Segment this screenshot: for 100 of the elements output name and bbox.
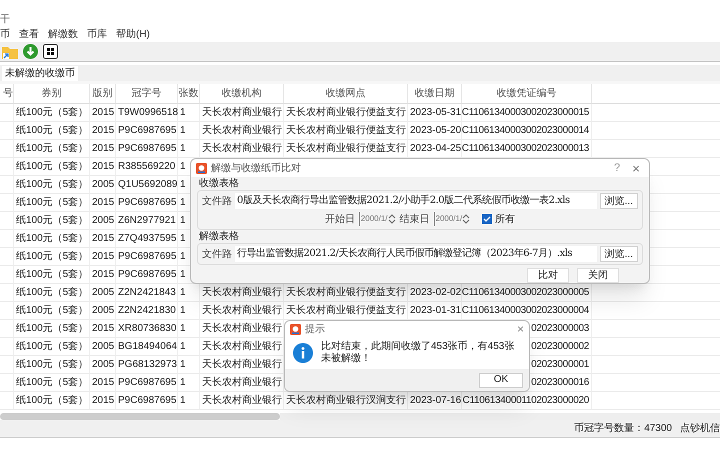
browse-button[interactable]: 浏览... bbox=[600, 193, 638, 209]
spin-arrows-icon[interactable] bbox=[462, 213, 470, 225]
field-label: 文件路 bbox=[202, 248, 232, 262]
app-icon bbox=[196, 162, 207, 174]
table-cell-text: XR80736830 bbox=[118, 322, 176, 336]
table-cell-text: 纸100元（5套） bbox=[16, 268, 88, 282]
table-cell-text: 1 bbox=[180, 376, 186, 390]
checkbox[interactable] bbox=[482, 214, 492, 224]
table-cell-text: 天长农村商业银行汊涧支行 bbox=[286, 394, 406, 408]
grid-icon[interactable] bbox=[43, 44, 58, 59]
dialog-button[interactable]: 关闭 bbox=[577, 268, 619, 283]
table-cell-text: 2023-05-20 bbox=[410, 124, 462, 138]
column-header[interactable]: 收缴凭证编号 bbox=[496, 86, 556, 101]
table-cell-text: 纸100元（5套） bbox=[16, 250, 88, 264]
dialog-button[interactable]: 比对 bbox=[527, 268, 569, 283]
table-cell-text: 天长农村商业银行 bbox=[202, 394, 282, 408]
table-cell-text: 1 bbox=[180, 304, 186, 318]
table-cell-text: 2005 bbox=[92, 214, 114, 228]
date-field[interactable]: 2000/1/ bbox=[358, 212, 396, 226]
table-cell-text: 2015 bbox=[92, 394, 114, 408]
table-cell-text: T9W0996518 bbox=[118, 106, 178, 120]
window-title: 干 bbox=[0, 15, 10, 25]
column-header[interactable]: 收缴机构 bbox=[222, 86, 262, 101]
path-field[interactable]: 0版及天长农商行导出监管数据2021.2/小助手2.0版二代系统假币收缴一表2.xls bbox=[235, 193, 597, 209]
message-text: 比对结束，此期间收缴了453张币，有453张未被解缴！ bbox=[321, 341, 516, 365]
table-cell-text: 2005 bbox=[92, 304, 114, 318]
column-header[interactable]: 收缴网点 bbox=[326, 86, 366, 101]
table-cell-text: 1 bbox=[180, 358, 186, 372]
table-cell-text: 02023000003 bbox=[531, 322, 589, 336]
table-cell-text: 1 bbox=[180, 268, 186, 282]
table-cell-text: C11061340003002023000005 bbox=[462, 286, 589, 300]
table-cell-text: 天长农村商业银行便益支行 bbox=[286, 286, 406, 300]
field-label: 开始日 bbox=[324, 212, 355, 226]
menu-item[interactable]: 币 bbox=[0, 30, 10, 40]
table-cell-text: 2023-05-31 bbox=[410, 106, 462, 120]
close-button[interactable]: × bbox=[516, 323, 524, 335]
table-cell-text: 2015 bbox=[92, 124, 114, 138]
table-cell-text: C11061340003002023000013 bbox=[462, 142, 589, 156]
table-cell-text: 1 bbox=[180, 124, 186, 138]
table-cell-text: P9C6987695 bbox=[118, 376, 176, 390]
column-header[interactable]: 版别 bbox=[92, 86, 112, 101]
table-cell-text: P9C6987695 bbox=[118, 196, 176, 210]
ok-button[interactable]: OK bbox=[479, 372, 523, 388]
table-cell-text: 纸100元（5套） bbox=[16, 178, 88, 192]
app-icon bbox=[290, 324, 301, 334]
menu-item[interactable]: 解缴数 bbox=[48, 30, 78, 40]
table-cell-text: 1 bbox=[180, 232, 186, 246]
menu-item[interactable]: 查看 bbox=[19, 30, 39, 40]
table-cell-text: 天长农村商业银行 bbox=[202, 286, 282, 300]
table-cell-text: P9C6987695 bbox=[118, 250, 176, 264]
table-cell-text: P9C6987695 bbox=[118, 124, 176, 138]
table-cell-text: 纸100元（5套） bbox=[16, 160, 88, 174]
column-header[interactable]: 收缴日期 bbox=[414, 86, 454, 101]
close-button[interactable]: × bbox=[628, 162, 644, 174]
table-cell-text: 天长农村商业银行 bbox=[202, 358, 282, 372]
table-cell-text: 02023000001 bbox=[531, 358, 589, 372]
spin-arrows-icon[interactable] bbox=[388, 213, 396, 225]
table-cell-text: 1 bbox=[180, 106, 186, 120]
table-cell-text: C11061340003002023000015 bbox=[462, 106, 589, 120]
table-cell-text: 天长农村商业银行便益支行 bbox=[286, 304, 406, 318]
table-cell-text: 02023000002 bbox=[531, 340, 589, 354]
table-cell-text: 天长农村商业银行便益支行 bbox=[286, 142, 406, 156]
table-cell-text: 2015 bbox=[92, 142, 114, 156]
table-cell-text: 2015 bbox=[92, 106, 114, 120]
download-icon[interactable] bbox=[23, 44, 38, 59]
table-cell-text: 纸100元（5套） bbox=[16, 142, 88, 156]
table-cell-text: 2015 bbox=[92, 376, 114, 390]
table-cell-text: 1 bbox=[180, 340, 186, 354]
folder-icon[interactable] bbox=[2, 44, 18, 58]
table-cell-text: 纸100元（5套） bbox=[16, 394, 88, 408]
table-cell-text: 2023-07-16 bbox=[410, 394, 462, 408]
table-cell-text: 1 bbox=[180, 322, 186, 336]
menu-item[interactable]: 帮助(H) bbox=[116, 30, 150, 40]
tab[interactable]: 未解缴的收缴币 bbox=[2, 66, 78, 81]
path-field[interactable]: 行导出监管数据2021.2/天长农商行人民币假币解缴登记簿（2023年6-7月）.xls bbox=[235, 246, 597, 262]
scrollbar-thumb[interactable] bbox=[0, 413, 280, 420]
menu-item[interactable]: 币库 bbox=[87, 30, 107, 40]
column-header[interactable]: 号 bbox=[3, 86, 13, 101]
table-cell-text: P9C6987695 bbox=[118, 142, 176, 156]
table-cell-text: 1 bbox=[180, 394, 186, 408]
status-text: 币冠字号数量：47300 bbox=[574, 424, 672, 434]
table-cell-text: 天长农村商业银行便益支行 bbox=[286, 124, 406, 138]
table-cell-text: 纸100元（5套） bbox=[16, 232, 88, 246]
table-cell-text: 天长农村商业银行 bbox=[202, 106, 282, 120]
field-label: 文件路 bbox=[202, 194, 232, 208]
column-header[interactable]: 张数 bbox=[178, 86, 198, 101]
status-text: 点钞机信 bbox=[680, 424, 720, 434]
table-cell-text: 2005 bbox=[92, 340, 114, 354]
table-cell-text: 1 bbox=[180, 160, 186, 174]
column-header[interactable]: 券别 bbox=[42, 86, 62, 101]
checkbox-label: 所有 bbox=[495, 212, 516, 226]
date-field[interactable]: 2000/1/ bbox=[434, 212, 470, 226]
table-cell-text: 2015 bbox=[92, 250, 114, 264]
column-header[interactable]: 冠字号 bbox=[132, 86, 162, 101]
table-cell-text: P9C6987695 bbox=[118, 268, 176, 282]
table-cell-text: 纸100元（5套） bbox=[16, 358, 88, 372]
table-cell-text: 1 bbox=[180, 250, 186, 264]
browse-button[interactable]: 浏览... bbox=[600, 246, 638, 262]
info-icon bbox=[293, 343, 313, 363]
table-cell-text: C11061340003002023000004 bbox=[462, 304, 589, 318]
